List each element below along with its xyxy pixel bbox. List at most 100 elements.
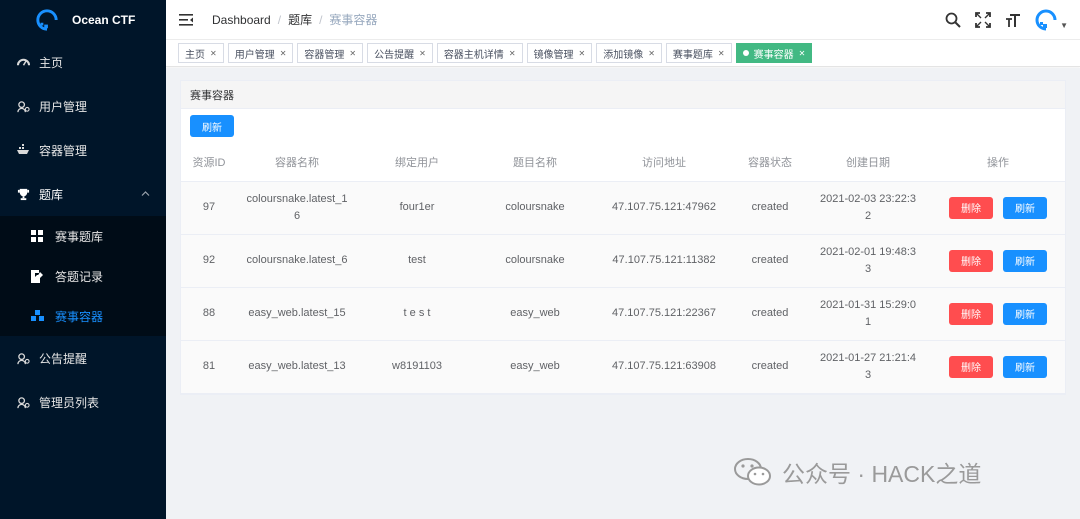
card-toolbar: 刷新	[181, 109, 1065, 143]
delete-button[interactable]: 删除	[949, 196, 993, 219]
wechat-icon	[734, 458, 771, 486]
close-icon[interactable]: ✕	[718, 49, 725, 58]
top-header: Dashboard / 题库 / 赛事容器 ▼	[166, 0, 1080, 40]
user-icon	[16, 395, 30, 409]
close-icon[interactable]: ✕	[509, 49, 516, 58]
app-title: Ocean CTF	[72, 13, 136, 27]
breadcrumb: Dashboard / 题库 / 赛事容器	[212, 11, 377, 28]
sidebar-item-event-containers[interactable]: 赛事容器	[0, 296, 166, 336]
app-logo[interactable]: Ocean CTF	[0, 0, 166, 40]
sidebar-item-event-questions[interactable]: 赛事题库	[0, 216, 166, 256]
cell-name: easy_web.latest_13	[237, 340, 357, 394]
font-size-icon[interactable]	[1004, 11, 1022, 29]
close-icon[interactable]: ✕	[349, 49, 356, 58]
column-header: 绑定用户	[357, 143, 477, 182]
sidebar-item-label: 主页	[39, 55, 64, 70]
cell-created: 2021-02-01 19:48:33	[805, 234, 931, 288]
search-icon[interactable]	[944, 11, 962, 29]
breadcrumb-item[interactable]: 题库	[288, 11, 312, 28]
cell-address: 47.107.75.121:63908	[593, 340, 735, 394]
app-root: Ocean CTF 主页 用户管理 容器管理 题库 赛事题库 答题记录 赛事容器…	[0, 0, 1080, 519]
user-icon	[16, 99, 30, 113]
sidebar-subitem-label: 答题记录	[55, 269, 104, 284]
tags-view: 主页 ✕ 用户管理 ✕ 容器管理 ✕ 公告提醒 ✕ 容器主机详情 ✕ 镜像管理 ✕ 添加镜像…	[166, 40, 1080, 67]
row-refresh-button[interactable]: 刷新	[1003, 302, 1047, 325]
sidebar-item-label: 公告提醒	[39, 351, 88, 366]
tag-item[interactable]: 用户管理 ✕	[227, 43, 294, 63]
close-icon[interactable]: ✕	[799, 49, 806, 58]
menu-toggle-icon[interactable]	[178, 12, 194, 28]
sidebar-item-answer-records[interactable]: 答题记录	[0, 256, 166, 296]
cell-status: created	[735, 287, 805, 341]
tag-item[interactable]: 主页 ✕	[178, 43, 224, 63]
cell-status: created	[735, 340, 805, 394]
column-header: 容器名称	[237, 143, 357, 182]
cell-id: 81	[181, 340, 237, 394]
sidebar-item-label: 容器管理	[39, 143, 88, 158]
row-refresh-button[interactable]: 刷新	[1003, 196, 1047, 219]
fullscreen-icon[interactable]	[974, 11, 992, 29]
watermark: 公众号 · HACK之道	[734, 455, 981, 489]
cell-user: test	[357, 234, 477, 288]
tag-label: 容器管理	[304, 49, 345, 61]
tag-item[interactable]: 容器主机详情 ✕	[436, 43, 523, 63]
cell-challenge: easy_web	[477, 287, 593, 341]
sidebar-item-containers[interactable]: 容器管理	[0, 128, 166, 172]
cell-id: 92	[181, 234, 237, 288]
cell-created: 2021-01-31 15:29:01	[805, 287, 931, 341]
access-address: 47.107.75.121:47962	[612, 201, 716, 213]
sidebar-item-question-bank[interactable]: 题库	[0, 172, 166, 216]
tag-item[interactable]: 添加镜像 ✕	[596, 43, 662, 63]
tag-item[interactable]: 公告提醒 ✕	[367, 43, 433, 63]
caret-down-icon[interactable]: ▼	[1060, 21, 1068, 30]
cell-challenge: coloursnake	[477, 234, 593, 288]
cell-created: 2021-01-27 21:21:43	[805, 340, 931, 394]
cell-name: coloursnake.latest_16	[237, 181, 357, 235]
containers-table: 资源ID 容器名称 绑定用户 题目名称 访问地址 容器状态 创建日期 操作 97…	[181, 143, 1065, 394]
tag-item[interactable]: 容器管理 ✕	[297, 43, 364, 63]
tag-item-active[interactable]: 赛事容器 ✕	[735, 43, 813, 63]
chevron-up-icon	[141, 189, 150, 200]
breadcrumb-item[interactable]: Dashboard	[212, 13, 271, 27]
breadcrumb-separator: /	[277, 12, 282, 27]
header-actions: ▼	[932, 0, 1068, 40]
close-icon[interactable]: ✕	[210, 49, 217, 58]
tag-label: 镜像管理	[533, 49, 574, 61]
edit-doc-icon	[30, 269, 44, 283]
tag-label: 公告提醒	[374, 49, 415, 61]
sidebar-subitem-label: 赛事容器	[55, 309, 104, 324]
sidebar-item-home[interactable]: 主页	[0, 40, 166, 84]
close-icon[interactable]: ✕	[579, 49, 586, 58]
sidebar-item-label: 用户管理	[39, 99, 88, 114]
breadcrumb-current: 赛事容器	[329, 13, 378, 27]
tag-item[interactable]: 赛事题库 ✕	[665, 43, 732, 63]
table-row: 97 coloursnake.latest_16 four1er colours…	[181, 181, 1065, 235]
cell-status: created	[735, 234, 805, 288]
sidebar: Ocean CTF 主页 用户管理 容器管理 题库 赛事题库 答题记录 赛事容器…	[0, 0, 166, 519]
created-date: 2021-02-03 23:22:32	[819, 192, 917, 222]
cell-name: easy_web.latest_15	[237, 287, 357, 341]
table-header-row: 资源ID 容器名称 绑定用户 题目名称 访问地址 容器状态 创建日期 操作	[181, 143, 1065, 182]
row-refresh-button[interactable]: 刷新	[1003, 355, 1047, 378]
sidebar-item-announcements[interactable]: 公告提醒	[0, 336, 166, 380]
close-icon[interactable]: ✕	[280, 49, 287, 58]
cell-created: 2021-02-03 23:22:32	[805, 181, 931, 235]
refresh-button[interactable]: 刷新	[190, 115, 234, 137]
delete-button[interactable]: 删除	[949, 249, 993, 272]
delete-button[interactable]: 删除	[949, 355, 993, 378]
cell-id: 97	[181, 181, 237, 235]
column-header: 访问地址	[593, 143, 735, 182]
access-address: 47.107.75.121:63908	[612, 360, 716, 372]
tag-label: 添加镜像	[603, 49, 644, 61]
close-icon[interactable]: ✕	[648, 49, 655, 58]
row-refresh-button[interactable]: 刷新	[1003, 249, 1047, 272]
column-header: 资源ID	[181, 143, 237, 182]
user-icon	[16, 351, 30, 365]
avatar[interactable]	[1034, 8, 1058, 32]
sidebar-item-admins[interactable]: 管理员列表	[0, 380, 166, 424]
card-title: 赛事容器	[181, 81, 1065, 109]
delete-button[interactable]: 删除	[949, 302, 993, 325]
tag-item[interactable]: 镜像管理 ✕	[526, 43, 593, 63]
sidebar-item-users[interactable]: 用户管理	[0, 84, 166, 128]
close-icon[interactable]: ✕	[419, 49, 426, 58]
